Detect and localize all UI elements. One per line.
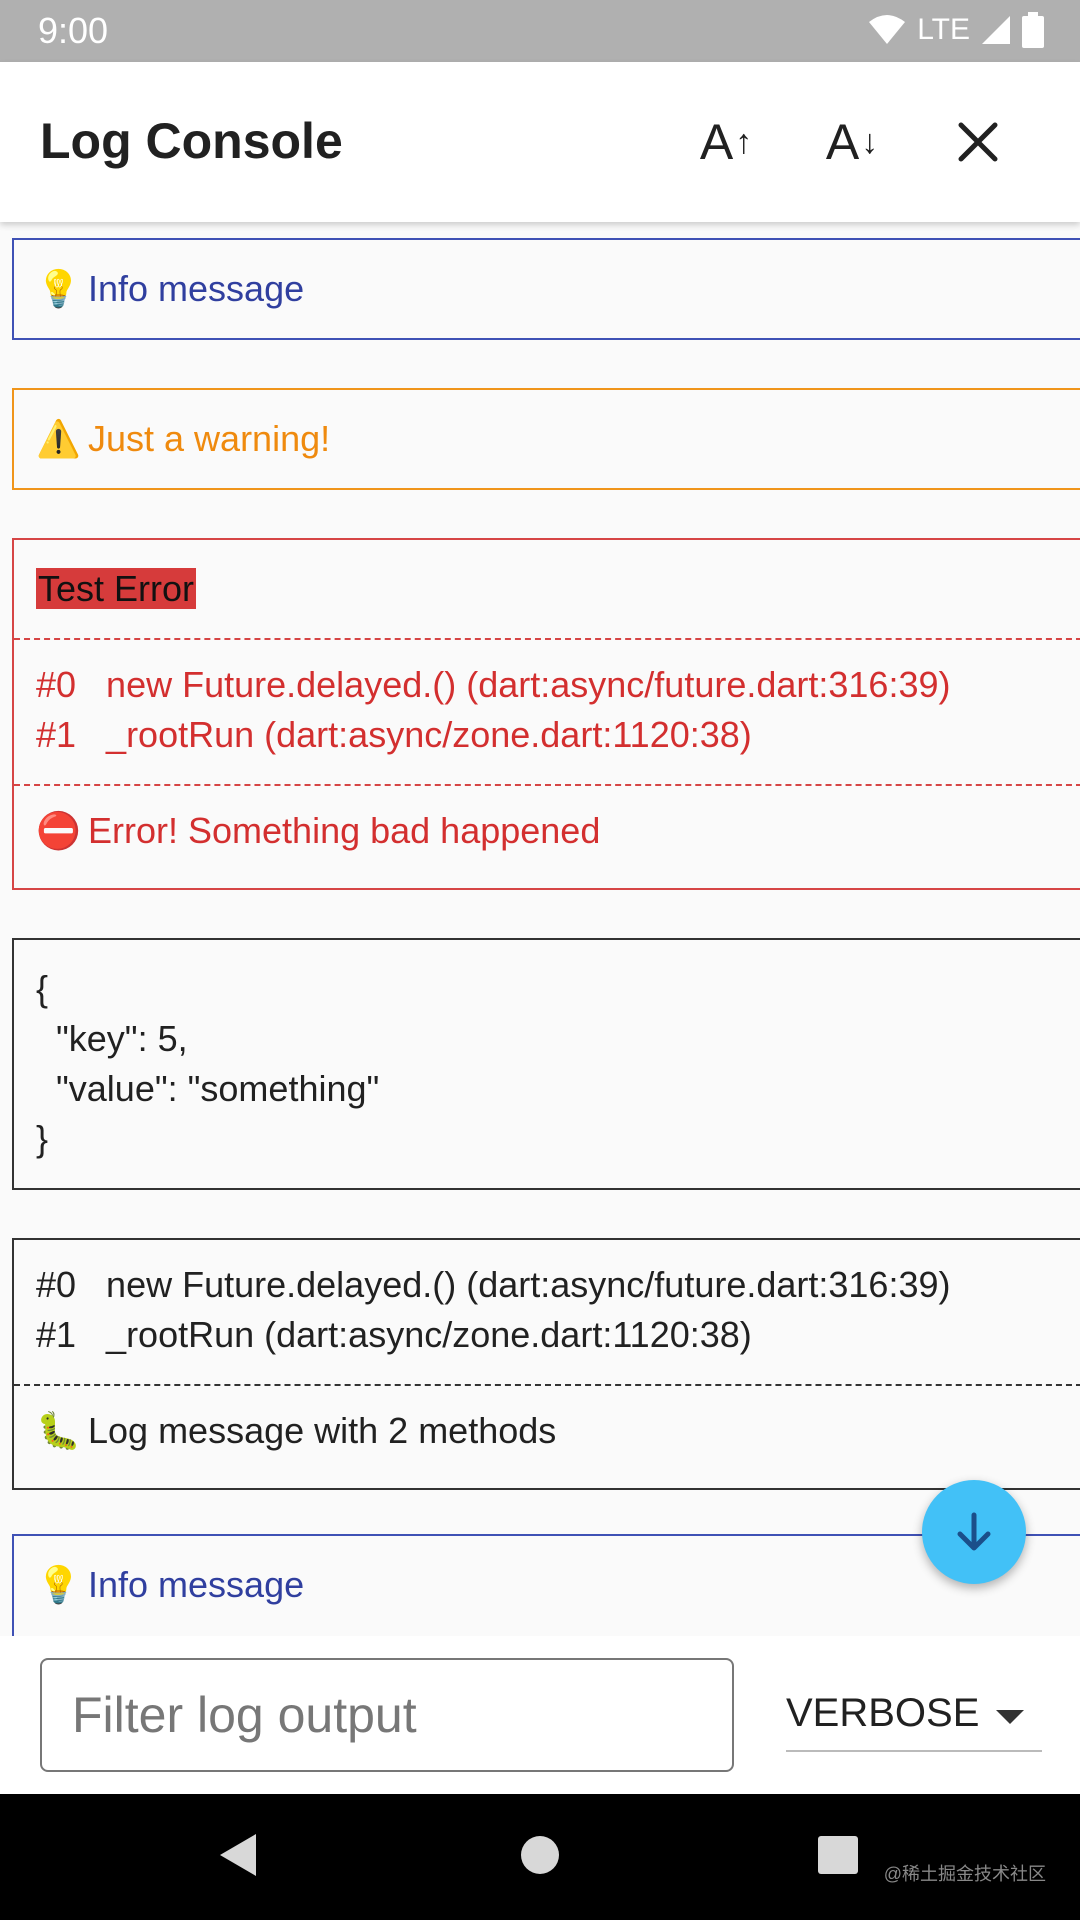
font-size-label: A: [825, 114, 860, 170]
scroll-to-bottom-button[interactable]: [922, 1480, 1026, 1584]
log-entry-info: 💡 Info message: [12, 1534, 1080, 1636]
app-bar: Log Console A ↑ A ↓: [0, 62, 1080, 222]
log-line: ⚠️ Just a warning!: [36, 414, 1080, 464]
watermark: @稀土掘金技术社区: [883, 1864, 1046, 1884]
json-line: {: [36, 968, 49, 1009]
no-entry-icon: ⛔: [36, 810, 81, 851]
log-entry-info: 💡 Info message: [12, 238, 1080, 340]
log-line: 🐛 Log message with 2 methods: [36, 1406, 1080, 1456]
signal-icon: [982, 16, 1010, 44]
warning-icon: ⚠️: [36, 418, 81, 459]
filter-input[interactable]: [40, 1658, 734, 1772]
font-size-label: A: [699, 114, 734, 170]
arrow-up-icon: ↑: [735, 122, 753, 161]
log-message: Just a warning!: [88, 418, 331, 459]
network-type: LTE: [917, 13, 970, 46]
stack-trace-line: #0 new Future.delayed.() (dart:async/fut…: [36, 664, 951, 705]
increase-font-button[interactable]: A ↑: [686, 106, 766, 178]
log-message: Info message: [88, 268, 305, 309]
log-list[interactable]: 💡 Info message ⚠️ Just a warning! Test Err…: [0, 222, 1080, 1636]
lightbulb-icon: 💡: [36, 268, 81, 309]
json-line: "key": 5,: [36, 1018, 188, 1059]
bug-icon: 🐛: [36, 1410, 81, 1451]
home-button[interactable]: [520, 1830, 560, 1880]
filter-bar: VERBOSE: [0, 1636, 1080, 1794]
navigation-bar: @稀土掘金技术社区: [0, 1794, 1080, 1920]
log-message: Log message with 2 methods: [88, 1410, 557, 1451]
close-button[interactable]: [938, 106, 1018, 178]
back-button[interactable]: [216, 1830, 260, 1880]
json-line: }: [36, 1118, 49, 1159]
log-level-dropdown[interactable]: VERBOSE: [786, 1676, 1042, 1752]
chevron-down-icon: [996, 1710, 1024, 1724]
log-level-value: VERBOSE: [786, 1690, 980, 1735]
stack-trace-line: #1 _rootRun (dart:async/zone.dart:1120:3…: [36, 714, 752, 755]
close-icon: [958, 122, 998, 162]
status-icons: LTE: [867, 12, 1044, 48]
stack-trace-line: #0 new Future.delayed.() (dart:async/fut…: [36, 1264, 951, 1305]
log-entry-debug: #0 new Future.delayed.() (dart:async/fut…: [12, 1238, 1080, 1490]
log-message: Info message: [88, 1564, 305, 1605]
stack-trace-line: #1 _rootRun (dart:async/zone.dart:1120:3…: [36, 1314, 752, 1355]
lightbulb-icon: 💡: [36, 1564, 81, 1605]
error-tag: Test Error: [36, 568, 197, 609]
recents-button[interactable]: [818, 1830, 858, 1880]
log-line: Test Error: [36, 564, 1080, 614]
log-entry-error: Test Error #0 new Future.delayed.() (dar…: [12, 538, 1080, 890]
battery-icon: [1022, 12, 1044, 48]
log-entry-warning: ⚠️ Just a warning!: [12, 388, 1080, 490]
log-message: Error! Something bad happened: [88, 810, 601, 851]
json-line: "value": "something": [36, 1068, 380, 1109]
page-title: Log Console: [40, 113, 343, 169]
log-line: 💡 Info message: [36, 264, 1080, 314]
wifi-icon: [869, 15, 906, 44]
log-line: 💡 Info message: [36, 1560, 1080, 1610]
arrow-down-icon: ↓: [861, 122, 879, 161]
status-time: 9:00: [38, 10, 109, 51]
log-entry-json: { "key": 5, "value": "something" }: [12, 938, 1080, 1190]
decrease-font-button[interactable]: A ↓: [812, 106, 892, 178]
log-line: ⛔ Error! Something bad happened: [36, 806, 1080, 856]
status-bar: 9:00 LTE: [0, 0, 1080, 62]
arrow-down-icon: [957, 1512, 991, 1551]
